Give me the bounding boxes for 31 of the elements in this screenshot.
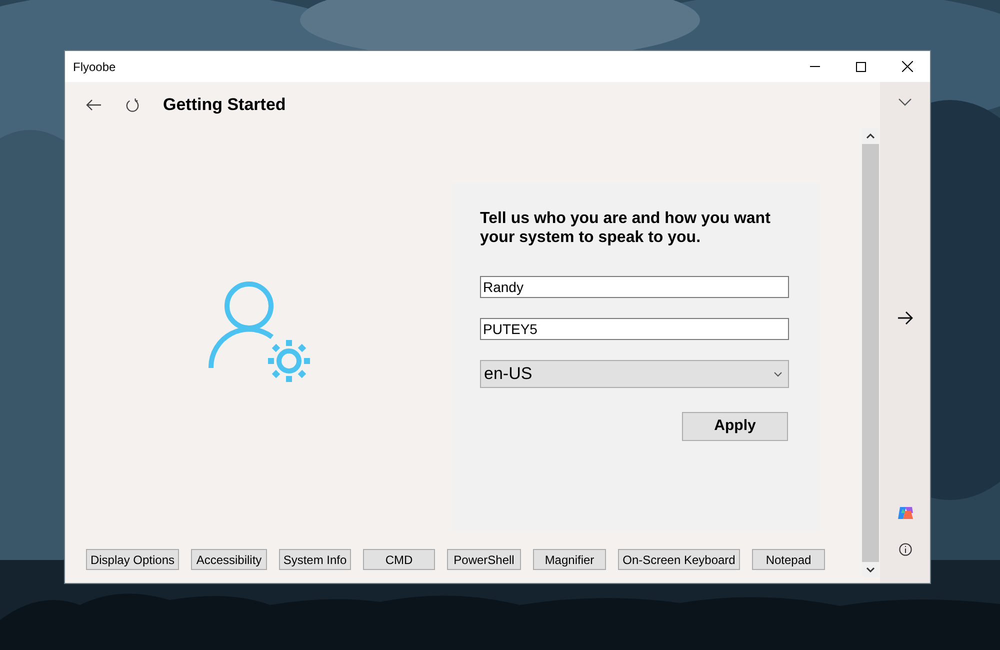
page-title: Getting Started bbox=[163, 94, 286, 116]
scroll-up-icon bbox=[866, 133, 875, 139]
refresh-icon bbox=[124, 98, 140, 112]
tool-button[interactable]: CMD bbox=[363, 549, 435, 570]
prompt-text: Tell us who you are and how you want your system to speak to you. bbox=[480, 209, 772, 247]
chevron-down-icon bbox=[898, 98, 912, 106]
scroll-down-icon bbox=[866, 567, 875, 573]
text-field[interactable]: Randy bbox=[480, 276, 789, 298]
tool-button[interactable]: PowerShell bbox=[447, 549, 521, 570]
tool-button[interactable]: Magnifier bbox=[533, 549, 606, 570]
copilot-button[interactable] bbox=[896, 504, 914, 522]
expand-button[interactable] bbox=[897, 97, 913, 107]
back-icon bbox=[86, 99, 102, 111]
caret-icon bbox=[774, 372, 782, 376]
info-icon bbox=[898, 542, 912, 556]
text-field[interactable]: PUTEY5 bbox=[480, 318, 789, 340]
maximize-icon bbox=[856, 62, 866, 72]
tool-button[interactable]: Accessibility bbox=[191, 549, 267, 570]
tool-button[interactable]: On-Screen Keyboard bbox=[618, 549, 740, 570]
minimize-icon bbox=[810, 66, 820, 67]
tool-button[interactable]: System Info bbox=[279, 549, 351, 570]
copilot-icon bbox=[896, 505, 914, 521]
next-button[interactable] bbox=[896, 310, 914, 326]
info-button[interactable] bbox=[898, 542, 912, 556]
apply-button[interactable]: Apply bbox=[682, 412, 788, 441]
window-title: Flyoobe bbox=[73, 58, 116, 76]
close-icon bbox=[902, 61, 912, 72]
tool-button[interactable]: Display Options bbox=[86, 549, 179, 570]
language-dropdown[interactable]: en-US bbox=[480, 360, 789, 388]
tool-button[interactable]: Notepad bbox=[752, 549, 825, 570]
next-icon bbox=[897, 311, 913, 325]
